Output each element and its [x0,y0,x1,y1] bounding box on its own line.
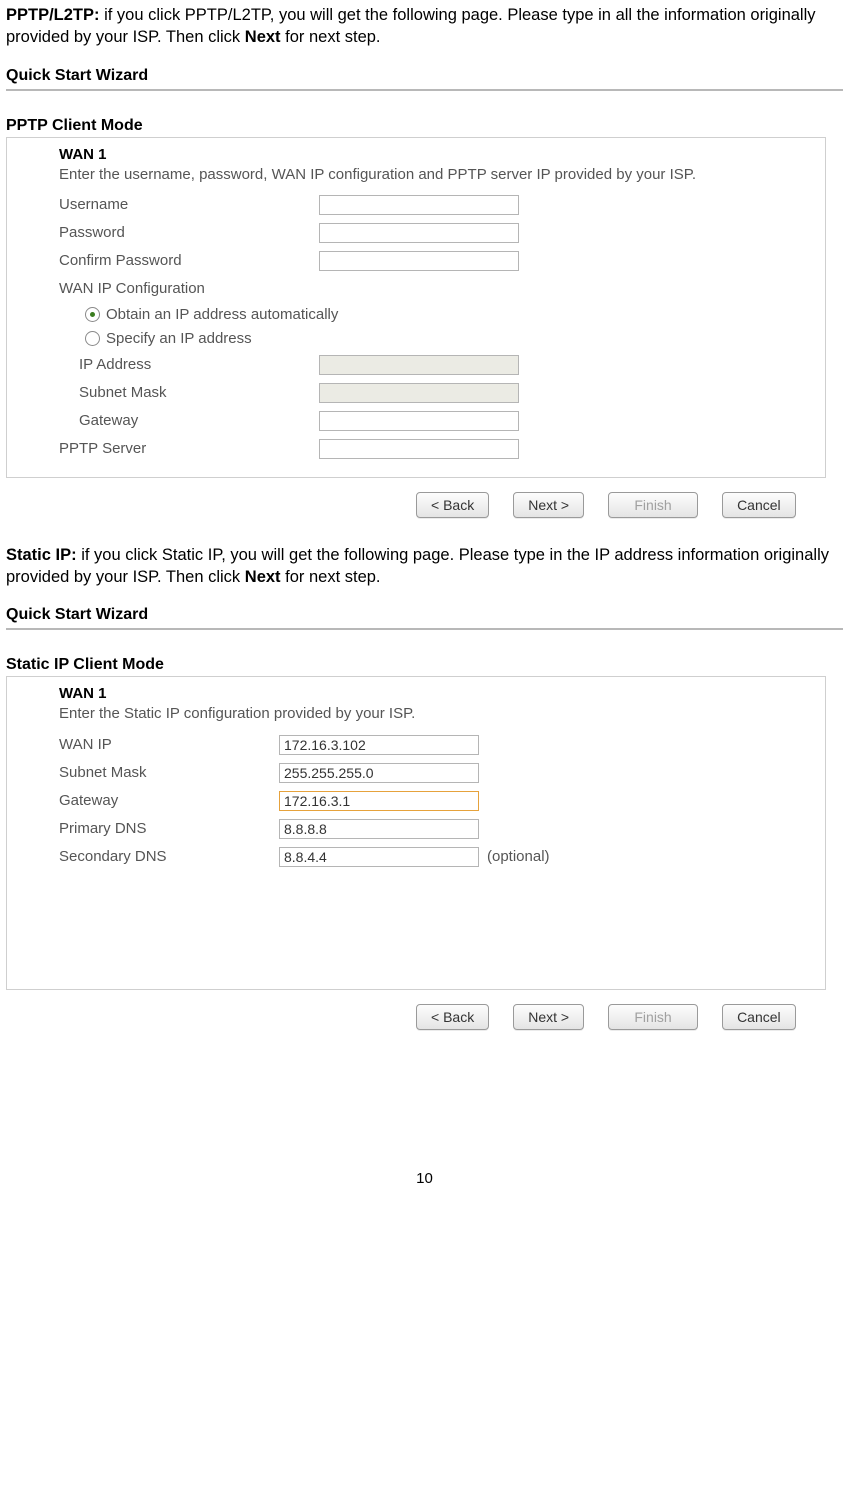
gateway-label: Gateway [59,792,279,809]
subnet-mask-input[interactable] [279,763,479,783]
pptp-button-bar: < Back Next > Finish Cancel [6,492,843,518]
next-button[interactable]: Next > [513,1004,584,1030]
static-desc-text1: if you click Static IP, you will get the… [6,546,829,586]
divider [6,89,843,91]
pptp-description: PPTP/L2TP: if you click PPTP/L2TP, you w… [6,4,843,49]
static-desc-text2: for next step. [281,568,381,586]
finish-button: Finish [608,492,698,518]
finish-button: Finish [608,1004,698,1030]
optional-label: (optional) [487,848,550,865]
pptp-desc-strong: PPTP/L2TP: [6,6,100,24]
back-button[interactable]: < Back [416,1004,489,1030]
wan-heading: WAN 1 [59,146,815,163]
pptp-desc-text2: for next step. [281,28,381,46]
static-description: Static IP: if you click Static IP, you w… [6,544,843,589]
password-input[interactable] [319,223,519,243]
secondary-dns-input[interactable] [279,847,479,867]
pptp-desc-text1: if you click PPTP/L2TP, you will get the… [6,6,816,46]
radio-specify-icon [85,331,100,346]
pptp-server-label: PPTP Server [59,440,319,457]
password-label: Password [59,224,319,241]
static-desc-next: Next [245,568,281,586]
static-screenshot: Quick Start Wizard Static IP Client Mode… [6,600,843,1030]
mode-title: Static IP Client Mode [6,656,843,674]
username-input[interactable] [319,195,519,215]
pptp-desc-next: Next [245,28,281,46]
username-label: Username [59,196,319,213]
subnet-mask-label: Subnet Mask [59,764,279,781]
divider [6,628,843,630]
wan-heading: WAN 1 [59,685,815,702]
radio-obtain-label: Obtain an IP address automatically [106,306,338,323]
static-panel: WAN 1 Enter the Static IP configuration … [6,676,826,990]
gateway-input[interactable] [319,411,519,431]
ip-address-input [319,355,519,375]
confirm-password-label: Confirm Password [59,252,319,269]
wan-ip-input[interactable] [279,735,479,755]
gateway-label: Gateway [59,412,319,429]
radio-specify-row[interactable]: Specify an IP address [59,327,815,351]
wizard-title: Quick Start Wizard [6,600,843,628]
cancel-button[interactable]: Cancel [722,492,796,518]
next-button[interactable]: Next > [513,492,584,518]
pptp-panel: WAN 1 Enter the username, password, WAN … [6,137,826,478]
gateway-input[interactable] [279,791,479,811]
pptp-intro: Enter the username, password, WAN IP con… [59,165,815,185]
radio-obtain-row[interactable]: Obtain an IP address automatically [59,303,815,327]
mode-title: PPTP Client Mode [6,117,843,135]
wan-ip-config-label: WAN IP Configuration [59,280,205,297]
ip-address-label: IP Address [59,356,319,373]
static-intro: Enter the Static IP configuration provid… [59,704,815,724]
static-button-bar: < Back Next > Finish Cancel [6,1004,843,1030]
wan-ip-label: WAN IP [59,736,279,753]
confirm-password-input[interactable] [319,251,519,271]
radio-obtain-icon [85,307,100,322]
cancel-button[interactable]: Cancel [722,1004,796,1030]
wizard-title: Quick Start Wizard [6,61,843,89]
subnet-mask-label: Subnet Mask [59,384,319,401]
radio-specify-label: Specify an IP address [106,330,252,347]
page-number: 10 [6,1170,843,1197]
primary-dns-label: Primary DNS [59,820,279,837]
back-button[interactable]: < Back [416,492,489,518]
primary-dns-input[interactable] [279,819,479,839]
static-desc-strong: Static IP: [6,546,77,564]
pptp-screenshot: Quick Start Wizard PPTP Client Mode WAN … [6,61,843,518]
secondary-dns-label: Secondary DNS [59,848,279,865]
subnet-mask-input [319,383,519,403]
pptp-server-input[interactable] [319,439,519,459]
